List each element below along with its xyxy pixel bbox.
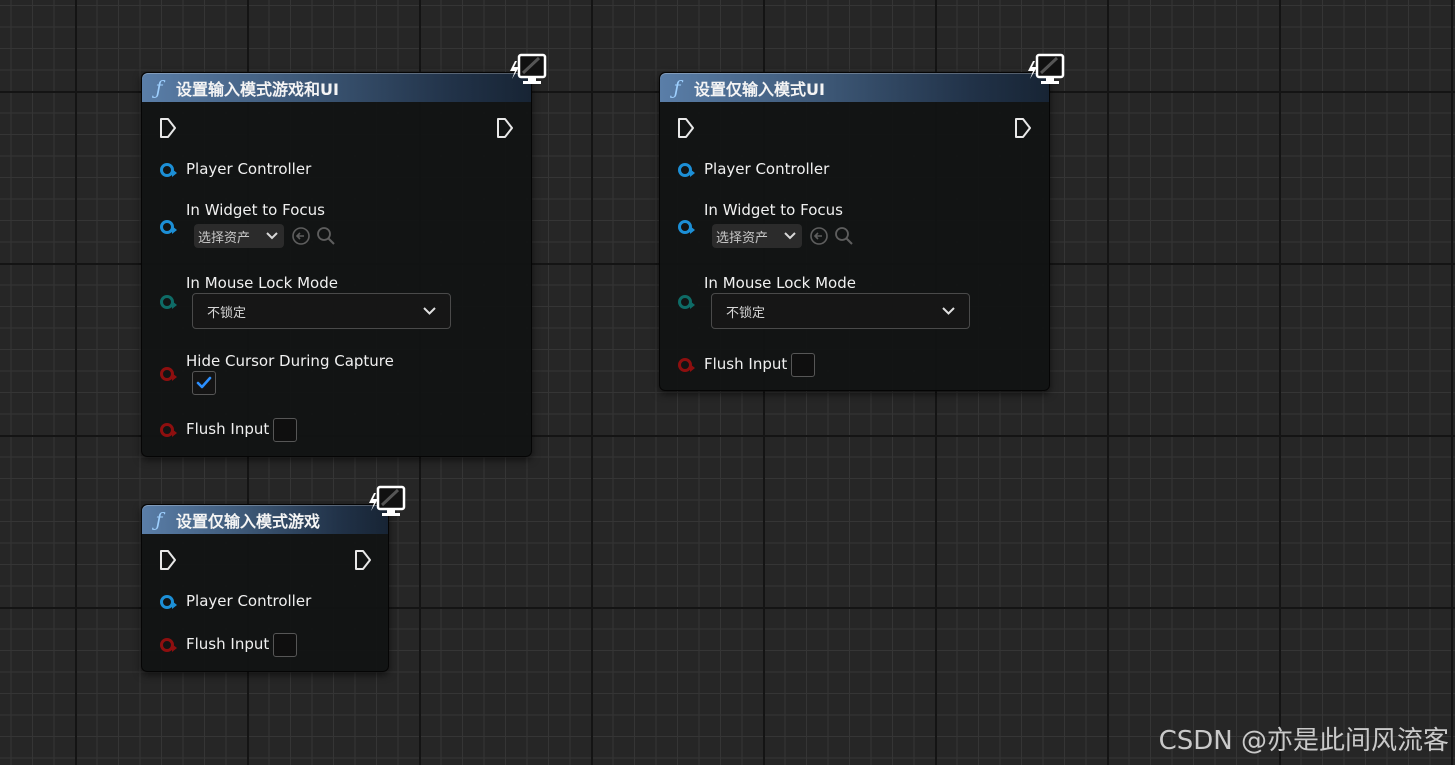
hide-cursor-checkbox[interactable] [192, 371, 216, 395]
mouse-lock-mode-value: 不锁定 [207, 305, 247, 321]
node-header[interactable]: ƒ 设置仅输入模式UI [660, 73, 1049, 102]
flush-input-checkbox[interactable] [791, 353, 815, 377]
widget-to-focus-label: In Widget to Focus [186, 201, 325, 219]
function-icon: ƒ [155, 76, 163, 99]
node-set-input-mode-game-only[interactable]: ƒ 设置仅输入模式游戏 Player Controller Flush Inpu… [141, 504, 389, 672]
asset-picker-dropdown[interactable]: 选择资产 [194, 224, 284, 248]
mouse-lock-mode-value: 不锁定 [726, 305, 766, 321]
mouse-lock-mode-label: In Mouse Lock Mode [186, 274, 338, 292]
exec-out-pin-icon[interactable] [495, 117, 515, 139]
client-only-monitor-icon [510, 53, 547, 84]
chevron-down-icon [266, 232, 278, 240]
player-controller-pin[interactable] [160, 595, 177, 609]
player-controller-label: Player Controller [186, 592, 312, 610]
client-only-monitor-icon [369, 485, 406, 516]
flush-input-pin[interactable] [160, 423, 177, 437]
function-icon: ƒ [673, 76, 681, 99]
function-icon: ƒ [155, 508, 163, 531]
browse-asset-search-icon[interactable] [316, 226, 336, 246]
exec-in-pin-icon[interactable] [158, 549, 178, 571]
mouse-lock-mode-pin[interactable] [678, 295, 695, 309]
chevron-down-icon [423, 307, 436, 315]
exec-out-pin-icon[interactable] [353, 549, 373, 571]
hide-cursor-label: Hide Cursor During Capture [186, 352, 394, 370]
player-controller-label: Player Controller [186, 160, 312, 178]
mouse-lock-mode-label: In Mouse Lock Mode [704, 274, 856, 292]
exec-in-pin-icon[interactable] [676, 117, 696, 139]
flush-input-label: Flush Input [704, 355, 788, 373]
mouse-lock-mode-pin[interactable] [160, 295, 177, 309]
player-controller-pin[interactable] [160, 163, 177, 177]
exec-in-pin-icon[interactable] [158, 117, 178, 139]
node-set-input-mode-game-and-ui[interactable]: ƒ 设置输入模式游戏和UI Player Controller In Widge… [141, 72, 532, 457]
flush-input-pin[interactable] [678, 358, 695, 372]
use-selected-asset-icon[interactable] [291, 226, 311, 246]
mouse-lock-mode-dropdown[interactable]: 不锁定 [192, 293, 451, 329]
node-header[interactable]: ƒ 设置输入模式游戏和UI [142, 73, 531, 102]
asset-picker-label: 选择资产 [198, 230, 251, 246]
flush-input-label: Flush Input [186, 635, 270, 653]
node-set-input-mode-ui-only[interactable]: ƒ 设置仅输入模式UI Player Controller In Widget … [659, 72, 1050, 391]
widget-to-focus-pin[interactable] [160, 220, 177, 234]
player-controller-pin[interactable] [678, 163, 695, 177]
node-title: 设置仅输入模式游戏 [176, 511, 321, 531]
flush-input-label: Flush Input [186, 420, 270, 438]
asset-picker-dropdown[interactable]: 选择资产 [712, 224, 802, 248]
use-selected-asset-icon[interactable] [809, 226, 829, 246]
exec-out-pin-icon[interactable] [1013, 117, 1033, 139]
widget-to-focus-pin[interactable] [678, 220, 695, 234]
checkmark-icon [196, 376, 212, 389]
node-title: 设置输入模式游戏和UI [176, 79, 339, 99]
browse-asset-search-icon[interactable] [834, 226, 854, 246]
watermark: CSDN @亦是此间风流客 [1158, 726, 1449, 756]
player-controller-label: Player Controller [704, 160, 830, 178]
chevron-down-icon [784, 232, 796, 240]
node-title: 设置仅输入模式UI [694, 79, 825, 99]
widget-to-focus-label: In Widget to Focus [704, 201, 843, 219]
flush-input-checkbox[interactable] [273, 633, 297, 657]
node-header[interactable]: ƒ 设置仅输入模式游戏 [142, 505, 388, 534]
hide-cursor-pin[interactable] [160, 367, 177, 381]
asset-picker-label: 选择资产 [716, 230, 769, 246]
mouse-lock-mode-dropdown[interactable]: 不锁定 [711, 293, 970, 329]
chevron-down-icon [942, 307, 955, 315]
flush-input-checkbox[interactable] [273, 418, 297, 442]
flush-input-pin[interactable] [160, 638, 177, 652]
client-only-monitor-icon [1028, 53, 1065, 84]
